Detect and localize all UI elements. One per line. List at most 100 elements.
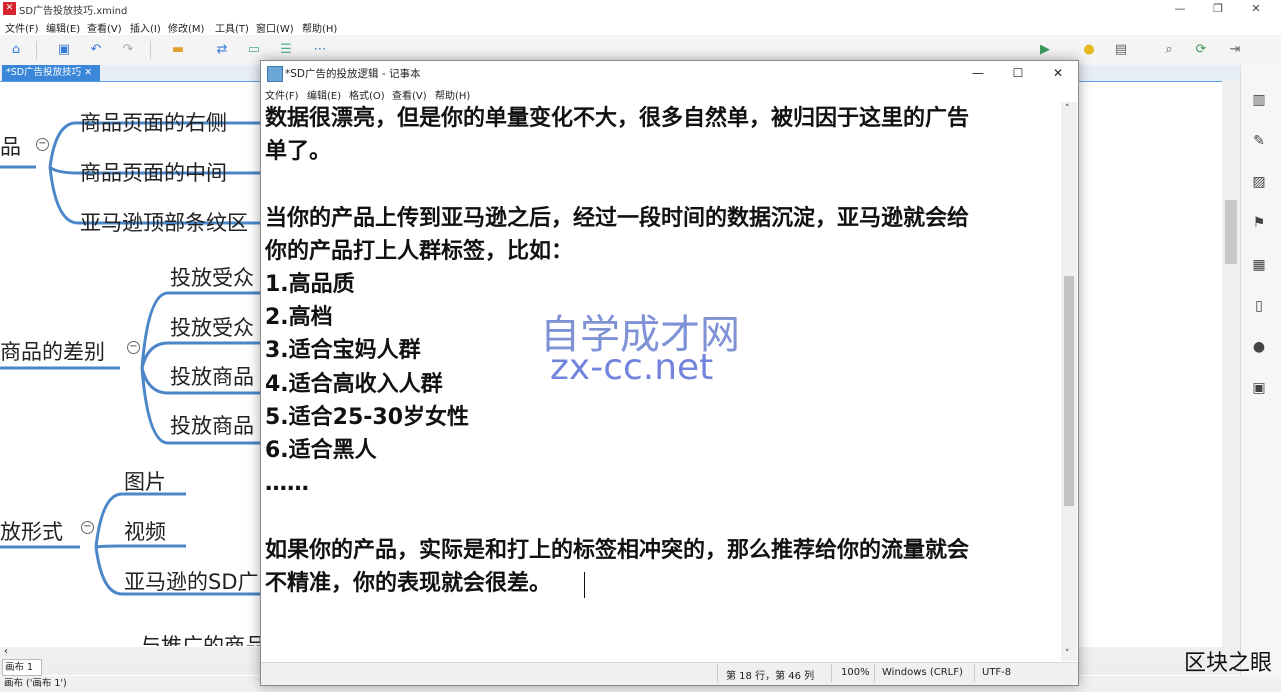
text-line: 数据很漂亮，但是你的单量变化不大，很多自然单，被归因于这里的广告 xyxy=(265,106,970,131)
canvas-vertical-scrollbar[interactable] xyxy=(1222,81,1240,647)
notepad-maximize-button[interactable]: ☐ xyxy=(998,61,1038,85)
presentation-icon[interactable]: ▶ xyxy=(1035,40,1055,60)
xmind-logo-icon: ✕ xyxy=(3,2,16,15)
outline-icon[interactable]: ▤ xyxy=(1111,40,1131,60)
mindmap-node[interactable]: 亚马逊顶部条纹区 xyxy=(80,207,248,237)
notepad-menu-help[interactable]: 帮助(H) xyxy=(435,87,470,102)
encoding: UTF-8 xyxy=(982,667,1012,678)
xmind-menu-tools[interactable]: 工具(T) xyxy=(215,20,249,35)
toolbar-divider xyxy=(150,41,151,59)
xmind-menu-help[interactable]: 帮助(H) xyxy=(302,20,337,35)
xmind-restore-button[interactable]: ❐ xyxy=(1201,0,1235,18)
mindmap-node[interactable]: 投放受众 xyxy=(170,262,254,292)
share-icon[interactable]: ⟳ xyxy=(1191,40,1211,60)
mindmap-node[interactable]: 图片 xyxy=(124,466,166,496)
mindmap-node[interactable]: 放形式 xyxy=(0,516,63,546)
text-line: 5.适合25-30岁女性 xyxy=(265,405,470,430)
xmind-menu-edit[interactable]: 编辑(E) xyxy=(46,20,80,35)
xmind-window-title: SD广告投放技巧.xmind xyxy=(19,6,128,17)
text-line: 6.适合黑人 xyxy=(265,438,377,463)
boundary-icon[interactable]: ▭ xyxy=(244,40,264,60)
xmind-close-button[interactable]: ✕ xyxy=(1239,0,1273,18)
format-panel-icon[interactable]: ▥ xyxy=(1250,91,1268,109)
text-line: 你的产品打上人群标签，比如： xyxy=(265,239,574,264)
canvas-scroll-thumb[interactable] xyxy=(1225,200,1237,264)
status-divider xyxy=(831,664,832,682)
notepad-menu-file[interactable]: 文件(F) xyxy=(265,87,299,102)
notepad-menu-format[interactable]: 格式(O) xyxy=(349,87,385,102)
collapse-icon[interactable]: − xyxy=(81,521,94,534)
mindmap-node[interactable]: 投放受众 xyxy=(170,312,254,342)
notepad-icon xyxy=(267,66,283,82)
text-line: 3.适合宝妈人群 xyxy=(265,338,421,363)
text-line: 1.高品质 xyxy=(265,272,355,297)
watermark-url: zx-cc.net xyxy=(550,347,714,388)
task-icon[interactable]: ▣ xyxy=(1250,379,1268,397)
xmind-menu-file[interactable]: 文件(F) xyxy=(5,20,39,35)
document-tab-label: *SD广告投放技巧 xyxy=(6,67,82,78)
notepad-minimize-button[interactable]: — xyxy=(958,61,998,85)
scroll-up-icon[interactable]: ˄ xyxy=(1065,104,1070,114)
xmind-menu-window[interactable]: 窗口(W) xyxy=(256,20,294,35)
status-divider xyxy=(974,664,975,682)
text-line: 当你的产品上传到亚马逊之后，经过一段时间的数据沉淀，亚马逊就会给 xyxy=(265,206,970,231)
document-tab[interactable]: *SD广告投放技巧 ✕ xyxy=(2,65,100,81)
text-cursor xyxy=(584,572,585,598)
scroll-down-icon[interactable]: ˅ xyxy=(1065,649,1070,659)
text-line: 4.适合高收入人群 xyxy=(265,372,443,397)
sheet-tab[interactable]: 画布 1 xyxy=(2,659,42,676)
status-divider xyxy=(874,664,875,682)
mindmap-node[interactable]: 投放商品 xyxy=(170,410,254,440)
mindmap-node[interactable]: 亚马逊的SD广 xyxy=(124,566,259,596)
more-icon[interactable]: ⋯ xyxy=(310,40,330,60)
line-ending: Windows (CRLF) xyxy=(882,667,963,678)
xmind-menu-view[interactable]: 查看(V) xyxy=(87,20,122,35)
text-line: 如果你的产品，实际是和打上的标签相冲突的，那么推荐给你的流量就会 xyxy=(265,538,970,563)
mindmap-node[interactable]: 品 xyxy=(0,131,21,161)
zoom-level: 100% xyxy=(841,667,870,678)
xmind-side-panel xyxy=(1240,65,1281,677)
text-style-icon[interactable]: ▦ xyxy=(1250,256,1268,274)
mindmap-node[interactable]: 商品页面的中间 xyxy=(80,157,227,187)
relationship-icon[interactable]: ⇄ xyxy=(212,40,232,60)
mindmap-node[interactable]: 与推广的商品 xyxy=(140,630,266,646)
save-icon[interactable]: ▣ xyxy=(54,40,74,60)
xmind-minimize-button[interactable]: — xyxy=(1163,0,1197,18)
redo-icon[interactable]: ↷ xyxy=(118,40,138,60)
topic-icon[interactable]: ▬ xyxy=(168,40,188,60)
corner-watermark: 区块之眼 xyxy=(1184,651,1273,676)
scroll-left-icon[interactable]: ‹ xyxy=(4,646,8,657)
image-icon[interactable]: ▨ xyxy=(1250,173,1268,191)
notepad-window-title: *SD广告的投放逻辑 - 记事本 xyxy=(285,68,421,80)
search-icon[interactable]: ⌕ xyxy=(1159,40,1179,60)
notepad-menu-view[interactable]: 查看(V) xyxy=(392,87,427,102)
xmind-menu-modify[interactable]: 修改(M) xyxy=(168,20,204,35)
mindmap-node[interactable]: 投放商品 xyxy=(170,361,254,391)
marker-flag-icon[interactable]: ⚑ xyxy=(1250,214,1268,232)
xmind-menu-insert[interactable]: 插入(I) xyxy=(130,20,161,35)
undo-icon[interactable]: ↶ xyxy=(86,40,106,60)
mindmap-node[interactable]: 商品页面的右侧 xyxy=(80,107,227,137)
comments-icon[interactable]: ● xyxy=(1250,338,1268,356)
collapse-icon[interactable]: − xyxy=(127,341,140,354)
style-brush-icon[interactable]: ✎ xyxy=(1250,132,1268,150)
text-line: 单了。 xyxy=(265,139,332,164)
xmind-title-bar xyxy=(0,0,1281,18)
status-divider xyxy=(717,664,718,682)
text-line: 不精准，你的表现就会很差。 xyxy=(265,571,552,596)
notepad-menu-edit[interactable]: 编辑(E) xyxy=(307,87,341,102)
text-line: 2.高档 xyxy=(265,305,333,330)
mindmap-node[interactable]: 商品的差别 xyxy=(0,336,105,366)
mindmap-node[interactable]: 视频 xyxy=(124,516,166,546)
notepad-close-button[interactable]: ✕ xyxy=(1038,61,1078,85)
export-icon[interactable]: ⇥ xyxy=(1225,40,1245,60)
cursor-position: 第 18 行，第 46 列 xyxy=(726,671,815,682)
home-icon[interactable]: ⌂ xyxy=(6,40,26,60)
text-line: …… xyxy=(265,471,309,496)
notepad-scroll-thumb[interactable] xyxy=(1064,276,1074,506)
summary-icon[interactable]: ☰ xyxy=(276,40,296,60)
toolbar-divider xyxy=(36,41,37,59)
notes-icon[interactable]: ▯ xyxy=(1250,297,1268,315)
idea-icon[interactable]: ● xyxy=(1079,40,1099,60)
collapse-icon[interactable]: − xyxy=(36,138,49,151)
